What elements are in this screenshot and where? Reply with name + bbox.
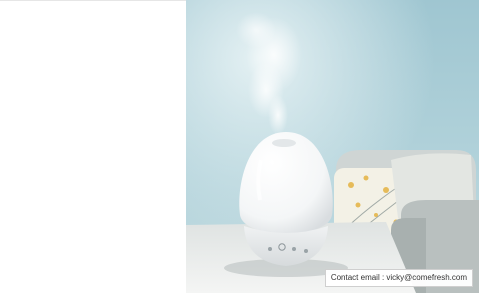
blank-panel (0, 0, 186, 293)
product-photo: Contact email : vicky@comefresh.com (186, 0, 479, 293)
contact-email-label: Contact email : vicky@comefresh.com (324, 269, 473, 287)
page: Contact email : vicky@comefresh.com (0, 0, 479, 293)
diffuser-illustration (186, 0, 479, 293)
